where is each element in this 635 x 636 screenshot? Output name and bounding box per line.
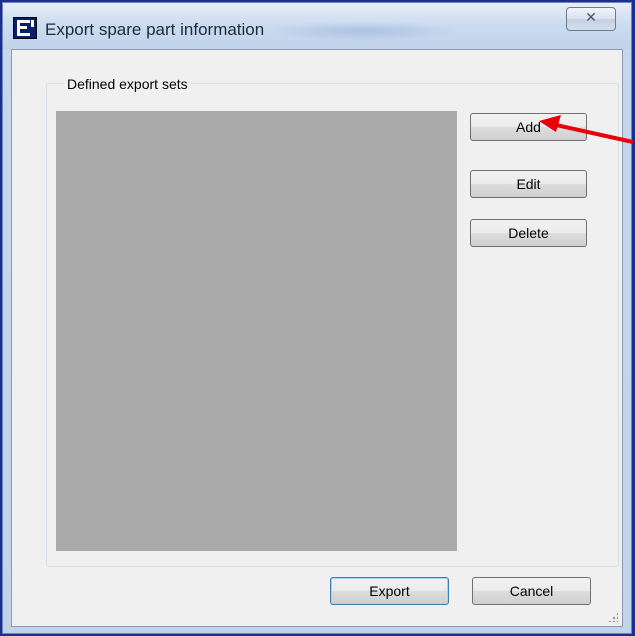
arrow-head (539, 115, 561, 132)
arrow-shaft (555, 123, 634, 144)
annotation-arrow (539, 115, 634, 144)
